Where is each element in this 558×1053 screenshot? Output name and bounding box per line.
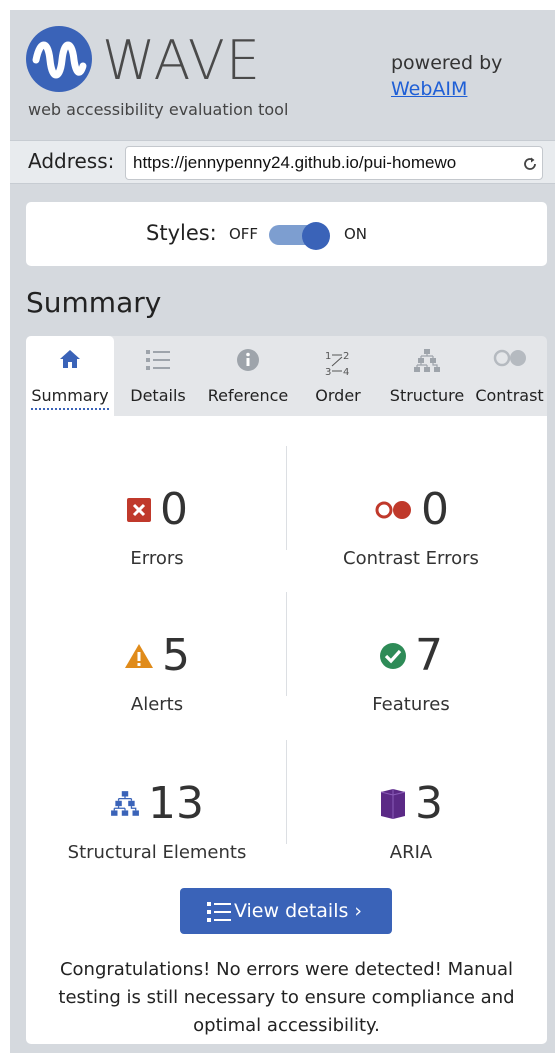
alert-icon [125, 644, 153, 668]
features-count: 7 [415, 630, 443, 681]
powered-by-label: powered by [391, 52, 503, 74]
wave-sidebar: WAVE web accessibility evaluation tool p… [10, 10, 555, 1053]
address-bar: Address: https://jennypenny24.github.io/… [10, 140, 555, 184]
styles-on-label: ON [344, 225, 368, 243]
feature-check-icon [380, 643, 406, 669]
tab-summary[interactable]: Summary [26, 336, 114, 416]
contrast-icon [493, 349, 526, 367]
tab-label: Reference [207, 386, 289, 405]
tab-label: Details [130, 386, 186, 405]
tagline: web accessibility evaluation tool [28, 100, 289, 119]
alerts-stat[interactable]: 5 Alerts [42, 628, 272, 715]
tab-label: Contrast [475, 386, 544, 405]
home-icon [60, 350, 80, 368]
order-icon: 1 2 3 4 [325, 351, 349, 378]
address-input[interactable]: https://jennypenny24.github.io/pui-homew… [125, 146, 543, 180]
tab-details[interactable]: Details [124, 336, 192, 416]
wave-logo-icon [26, 26, 92, 92]
view-details-button[interactable]: View details › [180, 888, 392, 934]
list-icon [146, 350, 170, 370]
tab-label: Structure [389, 386, 465, 405]
tab-reference[interactable]: Reference [202, 336, 294, 416]
aria-count: 3 [415, 778, 443, 829]
styles-toggle[interactable] [269, 222, 331, 250]
aria-stat[interactable]: 3 ARIA [296, 776, 526, 863]
powered-by: powered by WebAIM [391, 50, 502, 102]
summary-panel: 0 Errors 0 Contrast Errors 5 Alerts 7 Fe… [26, 416, 547, 1044]
divider [286, 446, 287, 550]
svg-text:4: 4 [343, 367, 349, 378]
wave-logo-text: WAVE [102, 29, 261, 92]
address-label: Address: [28, 149, 115, 173]
list-icon [207, 902, 231, 922]
tab-order[interactable]: 1 2 3 4 Order [304, 336, 372, 416]
reload-icon[interactable] [522, 156, 538, 172]
tab-bar: Summary Details Reference 1 2 3 4 Order … [26, 336, 547, 416]
svg-text:3: 3 [325, 367, 331, 378]
alerts-label: Alerts [130, 694, 184, 715]
webaim-link[interactable]: WebAIM [391, 76, 502, 102]
features-label: Features [372, 694, 450, 715]
contrast-errors-label: Contrast Errors [343, 548, 479, 569]
aria-label: ARIA [389, 842, 433, 863]
view-details-label: View details › [233, 900, 363, 922]
svg-text:1: 1 [325, 351, 331, 362]
structure-icon [414, 349, 440, 372]
toggle-knob [302, 222, 330, 250]
aria-icon [380, 789, 406, 819]
styles-off-label: OFF [229, 225, 259, 243]
congratulations-message: Congratulations! No errors were detected… [58, 959, 515, 1036]
divider [286, 592, 287, 696]
errors-count: 0 [160, 484, 188, 535]
structural-count: 13 [148, 778, 204, 829]
info-icon [237, 349, 259, 371]
tab-label: Summary [31, 386, 109, 410]
tab-structure[interactable]: Structure [382, 336, 472, 416]
contrast-errors-stat[interactable]: 0 Contrast Errors [296, 482, 526, 569]
structure-icon [111, 791, 139, 816]
tab-contrast[interactable]: Contrast [472, 336, 547, 416]
errors-stat[interactable]: 0 Errors [42, 482, 272, 569]
contrast-error-icon [375, 501, 411, 519]
contrast-errors-count: 0 [421, 484, 449, 535]
alerts-count: 5 [162, 630, 190, 681]
features-stat[interactable]: 7 Features [296, 628, 526, 715]
styles-toggle-box: Styles: OFF ON [26, 202, 547, 266]
structural-stat[interactable]: 13 Structural Elements [42, 776, 272, 863]
page-title: Summary [26, 286, 162, 319]
divider [286, 740, 287, 844]
errors-label: Errors [130, 548, 184, 569]
svg-text:2: 2 [343, 351, 349, 362]
header: WAVE web accessibility evaluation tool p… [10, 10, 555, 140]
error-icon [127, 498, 151, 522]
tab-label: Order [315, 386, 361, 405]
structural-label: Structural Elements [67, 842, 247, 863]
styles-label: Styles: [146, 221, 217, 245]
